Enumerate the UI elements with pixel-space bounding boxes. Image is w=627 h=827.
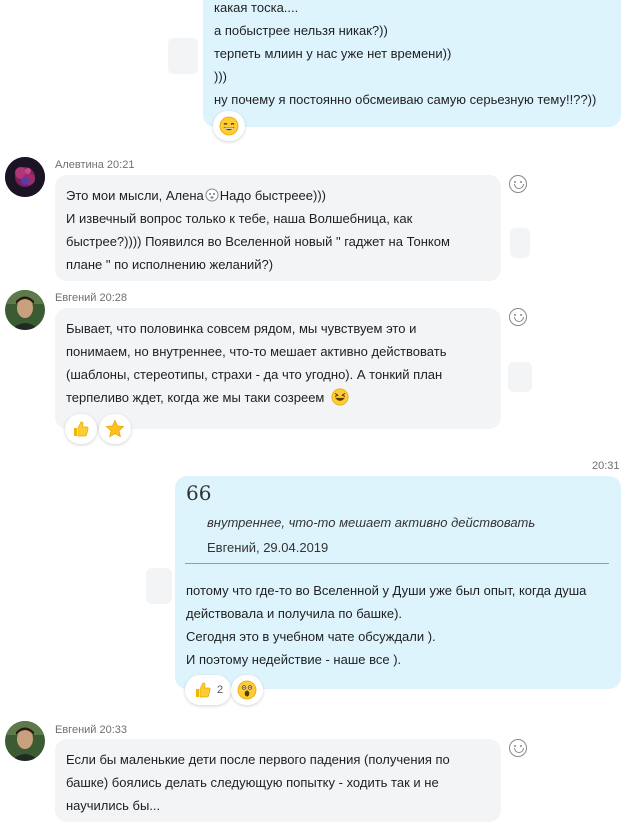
message-text: терпеливо ждет, когда же мы таки созреем: [66, 390, 325, 405]
message-line: действовала и получила по башке).: [186, 606, 403, 621]
message-line: Сегодня это в учебном чате обсуждали ).: [186, 629, 436, 644]
author-name: Евгений: [55, 724, 97, 736]
reaction-chip[interactable]: [231, 675, 263, 705]
quote-mark: 66: [186, 481, 212, 505]
message-meta: Евгений 20:28: [55, 292, 127, 304]
reaction-chip[interactable]: [99, 414, 131, 444]
message-time: 20:31: [592, 460, 620, 472]
thumbs-up-icon: [74, 421, 89, 437]
thumbs-up-icon: [196, 682, 211, 698]
quote-divider: [185, 563, 609, 564]
incoming-message-bubble[interactable]: Если бы маленькие дети после первого пад…: [55, 739, 501, 822]
message-time: 20:33: [99, 724, 128, 736]
message-line: Это мои мысли, Алена Надо быстрееe))): [66, 184, 501, 207]
quote-text: внутреннее, что-то мешает активно действ…: [207, 515, 536, 530]
message-text: Это мои мысли, Алена: [66, 188, 204, 203]
author-name: Алевтина: [55, 159, 104, 171]
message-line: терпеть млиин у нас уже нет времени)): [214, 46, 452, 61]
author-name: Евгений: [55, 292, 97, 304]
add-reaction-button[interactable]: [509, 739, 527, 757]
reaction-chip[interactable]: [213, 111, 245, 141]
avatar[interactable]: [5, 290, 45, 330]
avatar[interactable]: [5, 157, 45, 197]
message-time: 20:21: [106, 159, 135, 171]
message-line: И поэтому недействие - наше все ).: [186, 652, 402, 667]
message-line: какая тоска....: [214, 0, 299, 15]
flower-avatar-image: [5, 157, 45, 197]
surprised-face-icon: [237, 680, 257, 700]
add-reaction-button[interactable]: [509, 175, 527, 193]
reaction-chip[interactable]: [65, 414, 97, 444]
message-line: Бывает, что половинка совсем рядом, мы ч…: [66, 321, 417, 336]
ghost-placeholder: [508, 362, 532, 392]
add-reaction-button[interactable]: [509, 308, 527, 326]
grinning-face-icon: [219, 116, 239, 136]
reaction-chip[interactable]: 2: [185, 675, 232, 705]
ghost-placeholder: [510, 228, 530, 258]
message-line: ну почему я постоянно обсмеиваю самую се…: [214, 92, 597, 107]
message-line: научились бы...: [66, 798, 161, 813]
outgoing-message-bubble[interactable]: 66 внутреннее, что-то мешает активно дей…: [175, 476, 621, 689]
message-line: (шаблоны, стереотипы, страхи - да что уг…: [66, 367, 443, 382]
laughing-face-icon: [331, 388, 349, 406]
message-meta: Евгений 20:33: [55, 724, 127, 736]
incoming-message-bubble[interactable]: Бывает, что половинка совсем рядом, мы ч…: [55, 308, 501, 429]
message-line: Если бы маленькие дети после первого пад…: [66, 752, 450, 767]
message-line: И извечный вопрос только к тебе, наша Во…: [66, 211, 413, 226]
message-line: плане " по исполнению желаний?): [66, 257, 274, 272]
message-line: быстрее?)))) Появился во Вселенной новый…: [66, 234, 450, 249]
incoming-message-bubble[interactable]: Это мои мысли, Алена Надо быстрееe))) И и…: [55, 175, 501, 281]
message-line: потому что где-то во Вселенной у Души уж…: [186, 583, 587, 598]
ghost-placeholder: [146, 568, 172, 604]
quote-author: Евгений, 29.04.2019: [207, 540, 329, 555]
message-line: ))): [214, 69, 227, 84]
message-text: Надо быстрееe))): [219, 188, 326, 203]
message-line: а побыстрее нельзя никак?)): [214, 23, 388, 38]
outgoing-message-bubble[interactable]: какая тоска.... а побыстрее нельзя никак…: [203, 0, 621, 127]
face-icon: [205, 188, 219, 202]
message-line: терпеливо ждет, когда же мы таки созреем: [66, 386, 501, 409]
message-meta: Алевтина 20:21: [55, 159, 134, 171]
man-avatar-image: [5, 721, 45, 761]
message-line: понимаем, но внутреннее, что-то мешает а…: [66, 344, 447, 359]
star-icon: [105, 419, 125, 438]
man-avatar-image: [5, 290, 45, 330]
ghost-placeholder: [168, 38, 198, 74]
avatar[interactable]: [5, 721, 45, 761]
reaction-count: 2: [217, 684, 224, 696]
message-line: башке) боялись делать следующую попытку …: [66, 775, 439, 790]
message-time: 20:28: [99, 292, 128, 304]
